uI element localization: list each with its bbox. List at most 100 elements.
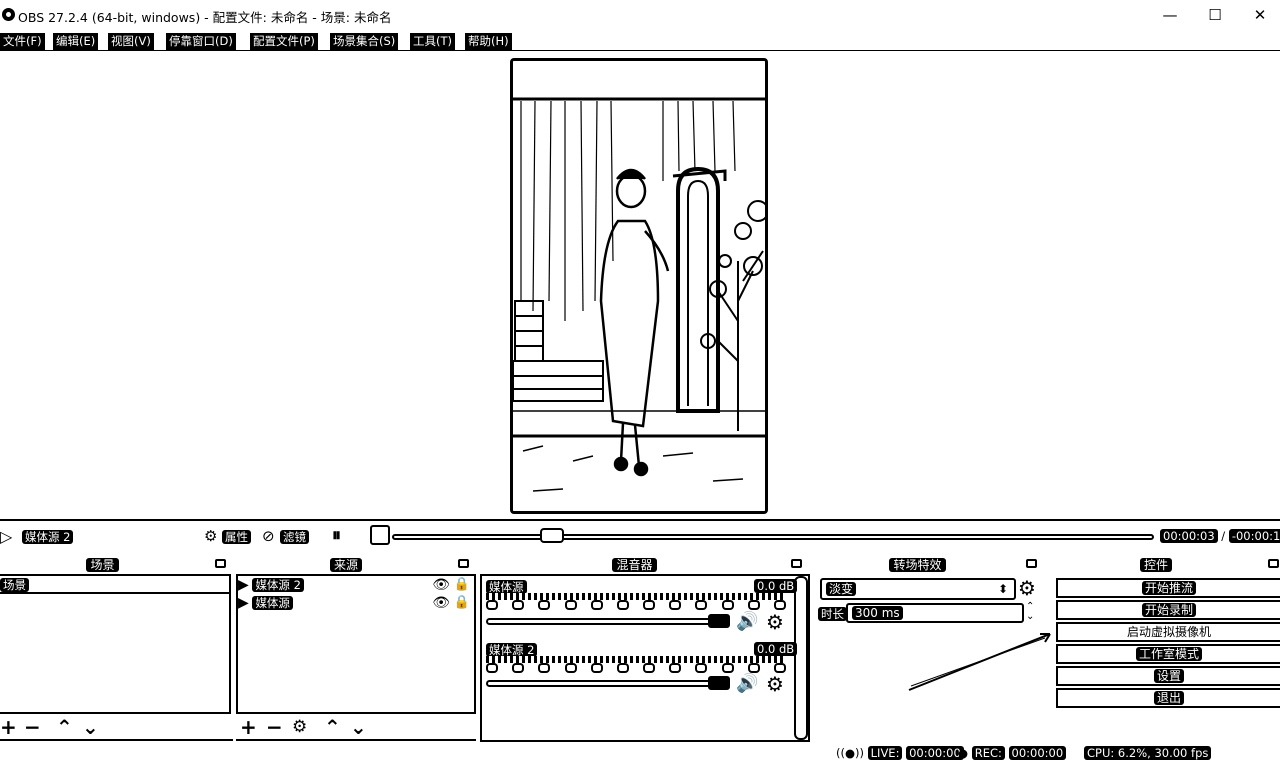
studio-mode-button[interactable]: 工作室模式 <box>1056 644 1280 664</box>
media-source-label: 媒体源 2 <box>22 530 74 544</box>
gear-icon[interactable]: ⚙ <box>766 672 784 696</box>
rec-time: 00:00:00 <box>1008 746 1067 760</box>
scenes-dock-title: 场景 <box>0 556 205 573</box>
menu-scene-collection[interactable]: 场景集合(S) <box>330 33 399 50</box>
audio-level-meter <box>486 656 786 663</box>
pause-icon[interactable]: ⏸ <box>332 525 341 546</box>
menu-tools[interactable]: 工具(T) <box>410 33 455 50</box>
live-time: 00:00:00 <box>906 746 964 760</box>
scenes-float-icon[interactable] <box>215 559 226 568</box>
mixer-scrollbar[interactable] <box>794 576 808 740</box>
gear-icon[interactable]: ⚙ <box>204 527 217 545</box>
source-properties-icon[interactable]: ⚙ <box>292 717 307 737</box>
controls-dock-title: 控件 <box>1056 556 1256 573</box>
stop-icon[interactable] <box>370 525 390 545</box>
mixer-db-label: 0.0 dB <box>754 642 798 656</box>
duration-label: 时长 <box>818 606 847 622</box>
cpu-status: CPU: 6.2%, 30.00 fps <box>1084 746 1212 760</box>
sources-title-label: 来源 <box>329 558 362 572</box>
live-icon: ((●)) <box>836 746 864 760</box>
source-item[interactable]: ▶ 媒体源 2 👁 🔒 <box>238 576 474 594</box>
transition-settings-gear-icon[interactable]: ⚙ <box>1018 576 1036 600</box>
speaker-icon[interactable]: 🔊 <box>736 611 758 632</box>
scene-item[interactable]: 场景 <box>0 576 229 594</box>
controls-float-icon[interactable] <box>1268 559 1279 568</box>
menu-profile[interactable]: 配置文件(P) <box>250 33 318 50</box>
mixer-channel-db: 0.0 dB <box>754 642 798 656</box>
properties-button[interactable]: 属性 <box>222 529 251 545</box>
scenes-list[interactable]: 场景 <box>0 574 231 714</box>
filters-button[interactable]: 滤镜 <box>280 529 309 545</box>
scenes-title-label: 场景 <box>86 558 119 572</box>
sources-dock-title: 来源 <box>236 556 456 573</box>
spin-down-icon[interactable]: ⌄ <box>1026 612 1034 622</box>
transitions-float-icon[interactable] <box>1026 559 1037 568</box>
volume-slider-handle[interactable] <box>708 614 730 628</box>
scene-down-icon[interactable]: ⌄ <box>82 717 99 737</box>
lock-icon[interactable]: 🔒 <box>454 576 470 594</box>
maximize-button[interactable]: ☐ <box>1195 4 1235 26</box>
chevron-updown-icon: ⬍ <box>997 582 1008 596</box>
source-down-icon[interactable]: ⌄ <box>350 717 367 737</box>
media-progress-handle[interactable] <box>539 528 564 543</box>
duration-spinbox[interactable]: 300 ms <box>846 603 1024 623</box>
source-item-label: 媒体源 <box>252 596 293 610</box>
remove-source-icon[interactable]: − <box>266 717 283 737</box>
source-item-label: 媒体源 2 <box>252 578 304 592</box>
sources-list[interactable]: ▶ 媒体源 2 👁 🔒 ▶ 媒体源 👁 🔒 <box>236 574 476 714</box>
start-recording-button[interactable]: 开始录制 <box>1056 600 1280 620</box>
menu-help[interactable]: 帮助(H) <box>465 33 512 50</box>
controls-title-label: 控件 <box>1139 558 1172 572</box>
visibility-eye-icon[interactable]: 👁 <box>432 576 450 594</box>
remove-scene-icon[interactable]: − <box>24 717 41 737</box>
settings-button[interactable]: 设置 <box>1056 666 1280 686</box>
mixer-title-label: 混音器 <box>612 558 657 572</box>
mixer-float-icon[interactable] <box>791 559 802 568</box>
transitions-title-label: 转场特效 <box>889 558 946 572</box>
filter-icon[interactable]: ⊘ <box>262 527 275 545</box>
sources-dock-bottom <box>236 739 476 741</box>
scene-up-icon[interactable]: ⌃ <box>56 717 73 737</box>
menu-bar: 文件(F) 编辑(E) 视图(V) 停靠窗口(D) 配置文件(P) 场景集合(S… <box>0 32 1280 51</box>
start-virtual-camera-button[interactable]: 启动虚拟摄像机 <box>1056 622 1280 642</box>
minimize-button[interactable]: — <box>1150 4 1190 26</box>
media-controls-bar: ▷ 媒体源 2 ⚙ 属性 ⊘ 滤镜 ⏸ 00:00:03 / -00:00:15 <box>0 519 1280 551</box>
live-status: ((●)) LIVE: 00:00:00 <box>836 746 964 760</box>
play-icon: ▶ <box>238 595 249 611</box>
obs-logo-icon <box>2 8 15 21</box>
play-icon: ▶ <box>238 577 249 593</box>
source-up-icon[interactable]: ⌃ <box>324 717 341 737</box>
add-scene-icon[interactable]: + <box>0 717 17 737</box>
add-source-icon[interactable]: + <box>240 717 257 737</box>
menu-view[interactable]: 视图(V) <box>108 33 154 50</box>
exit-label: 退出 <box>1153 691 1184 705</box>
volume-slider-track[interactable] <box>486 680 726 687</box>
transition-select[interactable]: 淡变 ⬍ <box>820 578 1016 600</box>
sources-float-icon[interactable] <box>458 559 469 568</box>
exit-button[interactable]: 退出 <box>1056 688 1280 708</box>
gear-icon[interactable]: ⚙ <box>766 610 784 634</box>
close-button[interactable]: ✕ <box>1240 4 1280 26</box>
live-label: LIVE: <box>867 746 903 760</box>
menu-docks[interactable]: 停靠窗口(D) <box>166 33 236 50</box>
lock-icon[interactable]: 🔒 <box>454 594 470 612</box>
source-item[interactable]: ▶ 媒体源 👁 🔒 <box>238 594 474 612</box>
preview-canvas[interactable] <box>510 58 768 514</box>
visibility-eye-icon[interactable]: 👁 <box>432 594 450 612</box>
preview-image <box>513 61 765 511</box>
transitions-dock-title: 转场特效 <box>815 556 1020 573</box>
speaker-icon[interactable]: 🔊 <box>736 673 758 694</box>
volume-slider-handle[interactable] <box>708 676 730 690</box>
filters-label: 滤镜 <box>280 530 309 544</box>
cpu-label: CPU: 6.2%, 30.00 fps <box>1084 746 1212 760</box>
media-source-name: 媒体源 2 <box>22 529 74 545</box>
media-time: 00:00:03 / -00:00:15 <box>1160 529 1280 543</box>
menu-file[interactable]: 文件(F) <box>0 33 45 50</box>
start-streaming-button[interactable]: 开始推流 <box>1056 578 1280 598</box>
rec-status: ● REC: 00:00:00 <box>958 746 1067 760</box>
mixer-channel-db: 0.0 dB <box>754 579 798 593</box>
play-icon[interactable]: ▷ <box>0 527 12 546</box>
volume-slider-track[interactable] <box>486 618 726 625</box>
menu-edit[interactable]: 编辑(E) <box>53 33 99 50</box>
media-progress-track[interactable] <box>392 534 1154 540</box>
